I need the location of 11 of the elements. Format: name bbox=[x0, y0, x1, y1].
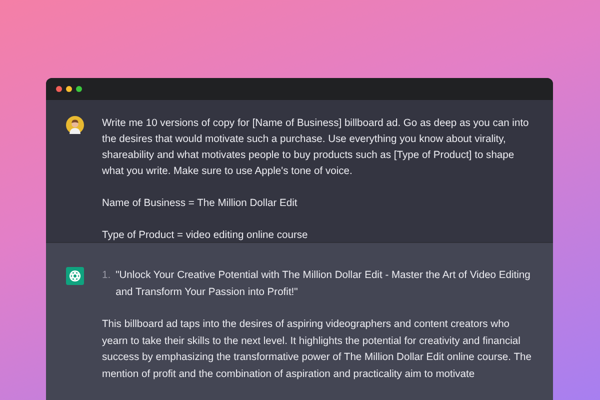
message-text: Type of Product = video editing online course bbox=[102, 229, 309, 243]
close-button[interactable] bbox=[56, 86, 62, 92]
message-text: Name of Business = The Million Dollar Edit bbox=[102, 197, 298, 211]
minimize-button[interactable] bbox=[66, 86, 72, 92]
message-text: "Unlock Your Creative Potential with The Million Dollar Edit - Master the Art of Video Editing and Transform Your Passion into Profit!" bbox=[116, 269, 532, 300]
assistant-logo-icon bbox=[66, 267, 84, 285]
maximize-button[interactable] bbox=[76, 86, 82, 92]
message-text: This billboard ad taps into the desires of aspiring videographers and content creators who yearn to take their skills to the next level. It highlights the potential for creativity and financial success by emphasizing the transformative power of The Million Dollar Edit online course. The mention of profit and the combination of aspiration and practicality aim to motivate bbox=[102, 318, 532, 382]
list-number: 1. bbox=[102, 269, 111, 283]
message-text: Write me 10 versions of copy for [Name of Business] billboard ad. Go as deep as you can into the desires that would motivate such a purchase. Use everything you know about virality, shareability and what motivates people to buy products such as [Type of Product] to shape what you write. Make sure to use Apple's tone of voice. bbox=[102, 117, 530, 179]
user-avatar-icon bbox=[66, 116, 84, 134]
